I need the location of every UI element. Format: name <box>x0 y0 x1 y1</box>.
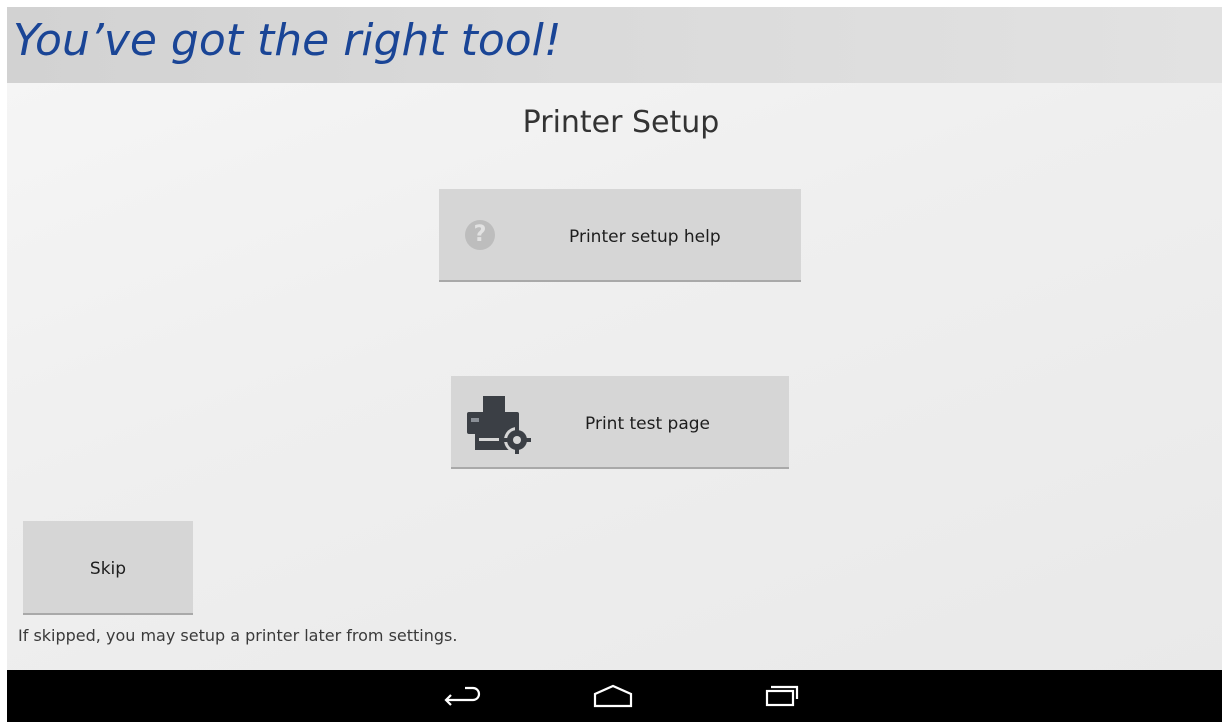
banner-title: You’ve got the right tool! <box>13 15 562 66</box>
printer-setup-help-label: Printer setup help <box>569 227 721 247</box>
app-window: You’ve got the right tool! Printer Setup… <box>7 7 1222 670</box>
help-circle-icon: ? <box>465 220 495 250</box>
page-title: Printer Setup <box>522 105 720 140</box>
skip-label: Skip <box>89 559 127 579</box>
system-navigation-bar <box>7 670 1222 722</box>
header-banner: You’ve got the right tool! <box>7 7 1222 83</box>
recent-apps-icon[interactable] <box>755 678 807 714</box>
printer-settings-icon <box>467 396 531 454</box>
printer-setup-help-button[interactable]: ? Printer setup help <box>439 189 801 282</box>
screen: You’ve got the right tool! Printer Setup… <box>0 0 1222 722</box>
print-test-page-label: Print test page <box>585 414 711 434</box>
skip-note: If skipped, you may setup a printer late… <box>18 626 458 645</box>
print-test-page-button[interactable]: Print test page <box>451 376 789 469</box>
skip-button[interactable]: Skip <box>23 521 193 615</box>
home-icon[interactable] <box>587 678 639 714</box>
back-icon[interactable] <box>435 678 487 714</box>
